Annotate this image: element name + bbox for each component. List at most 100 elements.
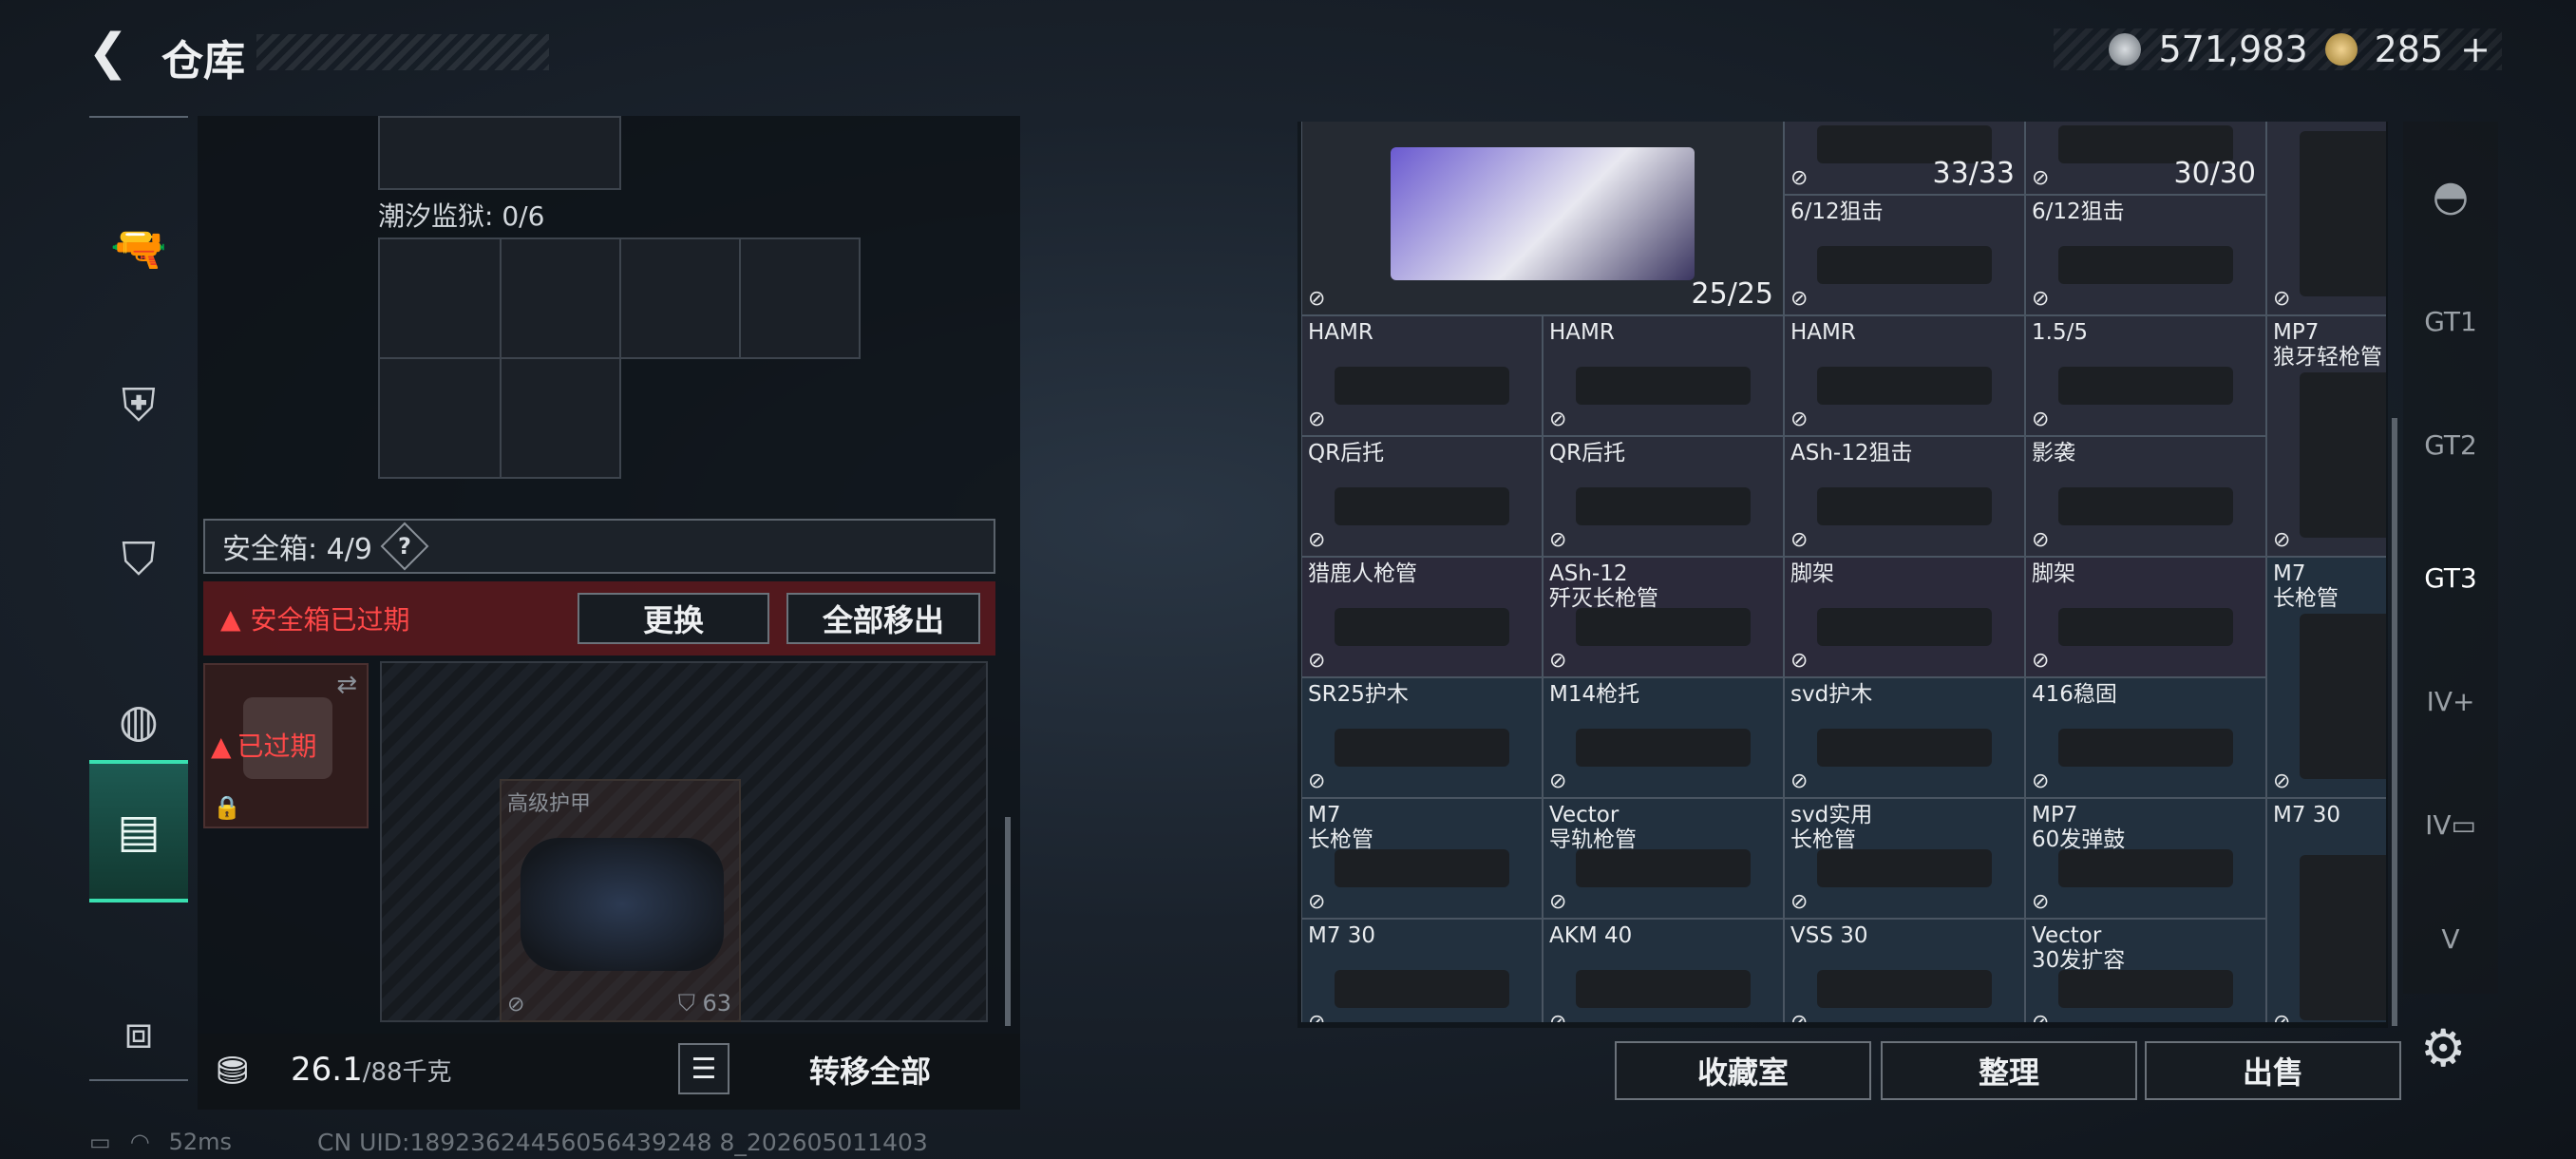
no-insure-icon: ⊘ [2032, 408, 2050, 431]
durability: ⛉ 63 [677, 990, 731, 1016]
pistol-icon[interactable]: 🔫 [89, 177, 188, 319]
back-arrow-icon[interactable]: ❮ [87, 25, 135, 80]
item-name: 6/12狙击 [1790, 200, 1884, 224]
inventory-item[interactable]: 33/33 ⊘ [1784, 122, 2025, 195]
inventory-item[interactable]: ASh-12 歼灭长枪管 ⊘ [1543, 557, 1784, 677]
item-image [2058, 607, 2233, 646]
transfer-all-button[interactable]: 转移全部 [747, 1039, 994, 1100]
inventory-item[interactable]: HAMR ⊘ [1784, 315, 2025, 436]
helmet-icon[interactable]: ◓ [2403, 139, 2498, 253]
inventory-item[interactable]: M7 30 ⊘ [2266, 798, 2386, 1022]
inventory-item[interactable]: 416稳固 ⊘ [2025, 677, 2266, 798]
no-insure-icon: ⊘ [1308, 770, 1326, 793]
item-image [2300, 131, 2386, 297]
item-name: 416稳固 [2032, 682, 2117, 707]
item-name: QR后托 [1308, 441, 1385, 466]
no-insure-icon: ⊘ [1308, 408, 1326, 431]
no-insure-icon: ⊘ [2273, 528, 2291, 552]
item-image [2058, 728, 2233, 767]
item-name: M7 30 [1308, 923, 1376, 948]
inventory-item[interactable]: AKM 40 ⊘ [1543, 919, 1784, 1022]
no-insure-icon: ⊘ [1790, 649, 1809, 673]
collection-button[interactable]: 收藏室 [1615, 1041, 1871, 1100]
settings-gear-icon[interactable]: ⚙ [2420, 1018, 2466, 1078]
inventory-item[interactable]: M7 长枪管 ⊘ [1301, 798, 1543, 919]
inventory-item[interactable]: MP7 狼牙轻枪管 ⊘ [2266, 315, 2386, 557]
toolbox-icon[interactable]: ⧈ [89, 961, 188, 1104]
gt2-icon[interactable]: GT2 [2403, 388, 2498, 502]
left-scrollbar[interactable] [1005, 817, 1011, 1026]
inventory-item[interactable]: HAMR ⊘ [1543, 315, 1784, 436]
inventory-item[interactable]: 25/25 ⊘ [1301, 122, 1784, 315]
gt3-icon[interactable]: GT3 [2403, 521, 2498, 635]
iv-folder-icon[interactable]: IV▭ [2403, 768, 2498, 882]
list-view-icon[interactable]: ☰ [678, 1043, 729, 1094]
no-insure-icon: ⊘ [2032, 770, 2050, 793]
inventory-item[interactable]: ASh-12狙击 ⊘ [1784, 436, 2025, 557]
item-image [1817, 848, 1992, 887]
inventory-item[interactable]: SR25护木 ⊘ [1301, 677, 1543, 798]
help-icon[interactable]: ? [380, 522, 429, 571]
item-name: VSS 30 [1790, 923, 1868, 948]
item-image [1817, 969, 1992, 1008]
inventory-item[interactable]: svd实用 长枪管 ⊘ [1784, 798, 2025, 919]
inventory-item[interactable]: QR后托 ⊘ [1301, 436, 1543, 557]
right-scrollbar[interactable] [2392, 418, 2397, 1026]
inventory-item[interactable]: MP7 60发弹鼓 ⊘ [2025, 798, 2266, 919]
armor-item[interactable]: 高级护甲 ⊘ ⛉ 63 [500, 779, 741, 1022]
inventory-item[interactable]: M7 长枪管 ⊘ [2266, 557, 2386, 798]
inventory-item[interactable]: 1.5/5 ⊘ [2025, 315, 2266, 436]
v-icon[interactable]: V [2403, 882, 2498, 996]
inventory-item[interactable]: QR后托 ⊘ [1543, 436, 1784, 557]
no-insure-icon: ⊘ [1308, 649, 1326, 673]
grid-line [739, 238, 741, 359]
inventory-item[interactable]: svd护木 ⊘ [1784, 677, 2025, 798]
currency-b-value: 285 [2374, 28, 2444, 70]
item-image [1335, 607, 1509, 646]
inventory-item[interactable]: 影袭 ⊘ [2025, 436, 2266, 557]
replace-button[interactable]: 更换 [578, 593, 769, 644]
iv-plus-icon[interactable]: IV+ [2403, 644, 2498, 758]
safe-case-icon[interactable]: ▤ [89, 760, 188, 902]
item-name: svd实用 长枪管 [1790, 803, 1873, 852]
item-name: 1.5/5 [2032, 320, 2088, 345]
item-name: M7 30 [2273, 803, 2341, 827]
inventory-item[interactable]: VSS 30 ⊘ [1784, 919, 2025, 1022]
gold-coin-icon [2324, 33, 2358, 66]
swap-icon[interactable]: ⇄ [336, 671, 357, 699]
sort-button[interactable]: 整理 [1881, 1041, 2137, 1100]
inventory-item[interactable]: 6/12狙击 ⊘ [1784, 195, 2025, 315]
no-insure-icon: ⊘ [1790, 287, 1809, 311]
inventory-item[interactable]: 30/30 ⊘ [2025, 122, 2266, 195]
no-insure-icon: ⊘ [2032, 649, 2050, 673]
inventory-item[interactable]: 脚架 ⊘ [2025, 557, 2266, 677]
container-slot[interactable] [378, 116, 621, 190]
backpack-armor-icon[interactable]: ⛉ [89, 488, 188, 631]
inventory-item[interactable]: M7 30 ⊘ [1301, 919, 1543, 1022]
add-currency-button[interactable]: + [2460, 28, 2491, 70]
inventory-item[interactable]: M14枪托 ⊘ [1543, 677, 1784, 798]
inventory-item[interactable]: Vector 30发扩容 ⊘ [2025, 919, 2266, 1022]
gt1-icon[interactable]: GT1 [2403, 264, 2498, 378]
item-name: M14枪托 [1549, 682, 1640, 707]
inventory-item[interactable]: ⊘ [2266, 122, 2386, 315]
item-name: 猎鹿人枪管 [1308, 561, 1417, 586]
uid-text: CN UID:18923624456056439248 8_2026050114… [317, 1129, 928, 1156]
remove-all-button[interactable]: 全部移出 [786, 593, 980, 644]
battery-icon: ▭ [89, 1129, 111, 1155]
no-insure-icon: ⊘ [507, 993, 525, 1016]
inventory-item[interactable]: Vector 导轨枪管 ⊘ [1543, 798, 1784, 919]
item-image [1335, 728, 1509, 767]
inventory-item[interactable]: 6/12狙击 ⊘ [2025, 195, 2266, 315]
item-count: 25/25 [1691, 277, 1773, 311]
item-name: MP7 60发弹鼓 [2032, 803, 2126, 852]
sell-button[interactable]: 出售 [2145, 1041, 2401, 1100]
item-name: SR25护木 [1308, 682, 1409, 707]
inventory-item[interactable]: HAMR ⊘ [1301, 315, 1543, 436]
grid-line [500, 238, 502, 479]
item-name: QR后托 [1549, 441, 1626, 466]
vest-icon[interactable]: ⛨ [89, 334, 188, 477]
item-image [2300, 614, 2386, 780]
inventory-item[interactable]: 猎鹿人枪管 ⊘ [1301, 557, 1543, 677]
inventory-item[interactable]: 脚架 ⊘ [1784, 557, 2025, 677]
